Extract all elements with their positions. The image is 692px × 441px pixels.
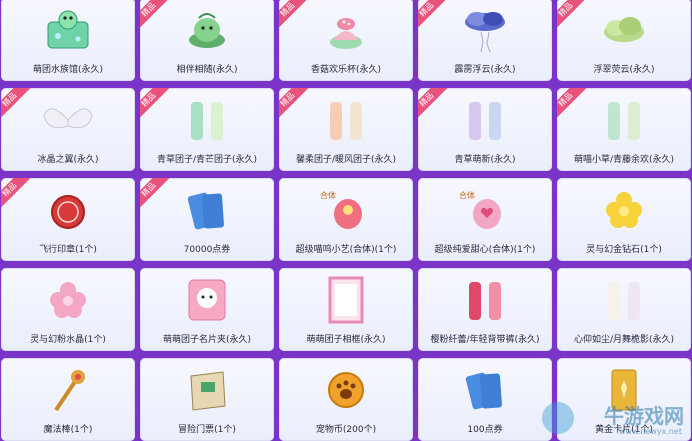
photo-frame-icon (328, 276, 364, 324)
aquarium-icon (47, 10, 89, 49)
reward-card[interactable]: 100点券 (418, 358, 552, 441)
pink-egg-icon: 合体 (320, 190, 362, 229)
reward-label: 萌团水族馆(永久) (32, 65, 104, 75)
reward-card[interactable]: 萌萌团子名片夹(永久) (140, 268, 274, 351)
red-outfit-icon (469, 282, 501, 320)
reward-label: 樱粉纤蕾/年轻背带裤(永久) (430, 335, 540, 345)
reward-label: 70000点券 (183, 245, 231, 255)
site-watermark: 牛游戏网 www.newyx.net (538, 398, 688, 438)
peach-outfit-icon (330, 102, 362, 140)
reward-label: 冒险门票(1个) (178, 425, 236, 435)
reward-label: 霹雳浮云(永久) (454, 65, 516, 75)
reward-card[interactable]: 精品 青草团子/青芒团子(永久) (140, 88, 274, 171)
ice-wings-icon (43, 108, 93, 129)
pink-card-holder-icon (188, 279, 226, 321)
mushroom-cup-icon (330, 18, 362, 49)
reward-card[interactable]: 精品 相伴相随(永久) (140, 0, 274, 81)
watermark-text: 牛游戏网 (604, 404, 684, 428)
watermark-url: www.newyx.net (618, 427, 682, 436)
premium-ribbon: 精品 (557, 88, 589, 123)
premium-ribbon: 精品 (140, 178, 172, 213)
reward-label: 相伴相随(永久) (176, 65, 238, 75)
reward-label: 萌萌团子名片夹(永久) (162, 335, 252, 345)
reward-label: 超级喵呜小艺(合体)(1个) (295, 245, 397, 255)
reward-card[interactable]: 萌团水族馆(永久) (1, 0, 135, 81)
reward-label: 香菇欢乐杯(永久) (310, 65, 382, 75)
premium-ribbon: 精品 (279, 0, 311, 33)
magic-wand-icon (54, 370, 85, 412)
reward-label: 青草团子/青芒团子(永久) (156, 155, 258, 165)
reward-label: 宠物币(200个) (315, 425, 377, 435)
white-outfit-icon (608, 282, 640, 320)
reward-card[interactable]: 精品 冰晶之翼(永久) (1, 88, 135, 171)
reward-card[interactable]: 精品 香菇欢乐杯(永久) (279, 0, 413, 81)
reward-card[interactable]: 萌萌团子相框(永久) (279, 268, 413, 351)
premium-ribbon: 精品 (1, 178, 33, 213)
green-blob-icon (189, 13, 225, 48)
reward-label: 超级纯爱甜心(合体)(1个) (434, 245, 536, 255)
premium-ribbon: 精品 (140, 88, 172, 123)
reward-label: 飞行印章(1个) (39, 245, 97, 255)
lilac-outfit-icon (469, 102, 501, 140)
premium-ribbon: 精品 (557, 0, 589, 33)
merge-badge: 合体 (459, 190, 475, 200)
premium-ribbon: 精品 (1, 88, 33, 123)
reward-label: 灵与幻粉水晶(1个) (30, 335, 106, 345)
adventure-ticket-icon (190, 371, 226, 411)
reward-label: 100点券 (467, 425, 503, 435)
reward-label: 萌萌团子相框(永久) (306, 335, 386, 345)
reward-card[interactable]: 精品 青草萌新(永久) (418, 88, 552, 171)
reward-label: 心仰如尘/月舞桅影(永久) (573, 335, 675, 345)
blue-coupon-icon (465, 372, 502, 410)
reward-card[interactable]: 宠物币(200个) (279, 358, 413, 441)
reward-card[interactable]: 精品 飞行印章(1个) (1, 178, 135, 261)
premium-ribbon: 精品 (418, 0, 450, 33)
premium-ribbon: 精品 (279, 88, 311, 123)
cow-logo-icon (542, 402, 574, 434)
reward-label: 萌喵小草/青藤余欢(永久) (573, 155, 675, 165)
premium-ribbon: 精品 (140, 0, 172, 33)
thunder-cloud-icon (465, 12, 505, 53)
premium-ribbon: 精品 (418, 88, 450, 123)
pink-flower-icon (50, 282, 86, 318)
reward-card[interactable]: 合体 超级喵呜小艺(合体)(1个) (279, 178, 413, 261)
reward-label: 魔法棒(1个) (43, 425, 93, 435)
reward-card[interactable]: 精品 70000点券 (140, 178, 274, 261)
reward-card[interactable]: 精品 萌喵小草/青藤余欢(永久) (557, 88, 691, 171)
reward-card[interactable]: 心仰如尘/月舞桅影(永久) (557, 268, 691, 351)
reward-card[interactable]: 灵与幻粉水晶(1个) (1, 268, 135, 351)
reward-card[interactable]: 冒险门票(1个) (140, 358, 274, 441)
gold-flower-icon (606, 192, 642, 228)
merge-badge: 合体 (320, 190, 336, 200)
reward-card[interactable]: 精品 霹雳浮云(永久) (418, 0, 552, 81)
pink-heart-egg-icon: 合体 (459, 190, 501, 229)
reward-label: 冰晶之翼(永久) (37, 155, 99, 165)
reward-card[interactable]: 灵与幻金钻石(1个) (557, 178, 691, 261)
reward-card[interactable]: 魔法棒(1个) (1, 358, 135, 441)
reward-card[interactable]: 精品 馨柔团子/暖风团子(永久) (279, 88, 413, 171)
reward-grid: 萌团水族馆(永久) 精品 相伴相随(永久) 精品 香菇欢乐杯(永久) 精品 霹雳… (0, 0, 692, 441)
reward-card[interactable]: 合体 超级纯爱甜心(合体)(1个) (418, 178, 552, 261)
reward-label: 浮翠荧云(永久) (593, 65, 655, 75)
reward-card[interactable]: 精品 浮翠荧云(永久) (557, 0, 691, 81)
red-stamp-icon (51, 195, 85, 229)
reward-card[interactable]: 樱粉纤蕾/年轻背带裤(永久) (418, 268, 552, 351)
reward-label: 灵与幻金钻石(1个) (586, 245, 662, 255)
blue-coupon-icon (187, 192, 224, 230)
pet-coin-icon (328, 372, 364, 408)
green-cloud-icon (604, 17, 644, 42)
reward-label: 馨柔团子/暖风团子(永久) (295, 155, 397, 165)
reward-label: 青草萌新(永久) (454, 155, 516, 165)
green-outfit-icon (191, 102, 223, 140)
mint-outfit-icon (608, 102, 640, 140)
